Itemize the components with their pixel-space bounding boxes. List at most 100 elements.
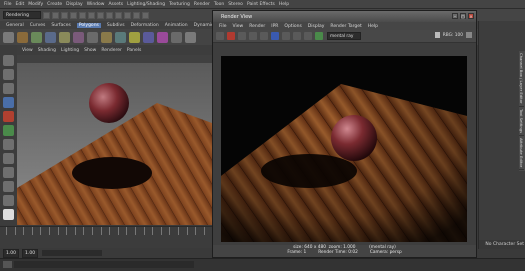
- menu-create[interactable]: Create: [47, 2, 62, 7]
- render-menu-display[interactable]: Display: [308, 24, 325, 29]
- menu-lighting-shading[interactable]: Lighting/Shading: [127, 2, 165, 7]
- open-scene-icon[interactable]: [52, 11, 59, 19]
- menu-toon[interactable]: Toon: [214, 2, 224, 7]
- character-set-menu[interactable]: No Character Set: [479, 240, 525, 249]
- keep-image-icon[interactable]: [304, 32, 312, 40]
- poly-plane-icon[interactable]: [59, 31, 70, 43]
- rgb-channels-icon[interactable]: [271, 32, 279, 40]
- renderer-select[interactable]: mental ray: [327, 32, 361, 40]
- side-tab-attribute-editor[interactable]: Attribute Editor: [519, 136, 524, 170]
- perspective-viewport[interactable]: [17, 63, 212, 225]
- alpha-channel-icon[interactable]: [282, 32, 290, 40]
- range-start-field[interactable]: 1.00: [3, 248, 20, 258]
- shelf-tab-animation[interactable]: Animation: [165, 23, 188, 28]
- select-by-hierarchy-icon[interactable]: [70, 11, 77, 19]
- command-line[interactable]: [0, 258, 525, 271]
- shelf-tab-curves[interactable]: Curves: [30, 23, 46, 28]
- viewport-menu-panels[interactable]: Panels: [127, 48, 141, 53]
- refresh-icon[interactable]: [249, 32, 257, 40]
- render-menu-file[interactable]: File: [219, 24, 227, 29]
- select-by-component-icon[interactable]: [88, 11, 95, 19]
- render-menu-ipr[interactable]: IPR: [271, 24, 278, 29]
- extrude-icon[interactable]: [101, 31, 112, 43]
- close-button[interactable]: ×: [468, 13, 474, 19]
- minimize-button[interactable]: –: [452, 13, 458, 19]
- snap-curve-icon[interactable]: [106, 11, 113, 19]
- viewport-menu-renderer[interactable]: Renderer: [101, 48, 122, 53]
- render-menu-options[interactable]: Options: [284, 24, 301, 29]
- command-input[interactable]: [14, 261, 194, 268]
- menu-modify[interactable]: Modify: [28, 2, 43, 7]
- render-view-titlebar[interactable]: Render View – □ ×: [213, 11, 476, 22]
- menu-assets[interactable]: Assets: [108, 2, 123, 7]
- new-scene-icon[interactable]: [43, 11, 50, 19]
- menu-help[interactable]: Help: [279, 2, 289, 7]
- render-menu-render[interactable]: Render: [249, 24, 265, 29]
- mel-toggle-button[interactable]: [3, 261, 12, 268]
- split-polygon-icon[interactable]: [171, 31, 182, 43]
- select-by-object-icon[interactable]: [79, 11, 86, 19]
- remove-image-icon[interactable]: [315, 32, 323, 40]
- render-settings-icon[interactable]: [142, 11, 149, 19]
- viewport-menu-lighting[interactable]: Lighting: [61, 48, 79, 53]
- bevel-icon[interactable]: [115, 31, 126, 43]
- layout-four-icon[interactable]: [3, 153, 14, 164]
- menu-stereo[interactable]: Stereo: [228, 2, 243, 7]
- smooth-icon[interactable]: [129, 31, 140, 43]
- menu-file[interactable]: File: [4, 2, 12, 7]
- layout-hypershade-icon[interactable]: [3, 195, 14, 206]
- side-tab-tool-settings[interactable]: Tool Settings: [519, 107, 524, 136]
- render-menu-view[interactable]: View: [233, 24, 244, 29]
- poly-torus-icon[interactable]: [73, 31, 84, 43]
- shelf-tab-polygons[interactable]: Polygons: [76, 22, 101, 28]
- real-size-icon[interactable]: [293, 32, 301, 40]
- sphere-object[interactable]: [89, 83, 129, 123]
- shelf-tab-deformation[interactable]: Deformation: [131, 23, 159, 28]
- viewport-menu-show[interactable]: Show: [84, 48, 96, 53]
- render-menu-help[interactable]: Help: [368, 24, 378, 29]
- menu-render[interactable]: Render: [194, 2, 210, 7]
- render-region-icon[interactable]: [260, 32, 268, 40]
- scale-tool-icon[interactable]: [3, 125, 14, 136]
- layout-persp-graph-icon[interactable]: [3, 181, 14, 192]
- poly-cylinder-icon[interactable]: [31, 31, 42, 43]
- lasso-tool-icon[interactable]: [3, 69, 14, 80]
- menu-paint-effects[interactable]: Paint Effects: [247, 2, 275, 7]
- ipr-render-icon[interactable]: [133, 11, 140, 19]
- select-tool-icon[interactable]: [3, 55, 14, 66]
- poly-sphere-icon[interactable]: [3, 31, 14, 43]
- pause-icon[interactable]: [434, 32, 440, 38]
- insert-edge-loop-icon[interactable]: [185, 31, 196, 43]
- menu-window[interactable]: Window: [87, 2, 105, 7]
- range-slider-bar[interactable]: [42, 250, 103, 256]
- shelf-tab-surfaces[interactable]: Surfaces: [51, 23, 71, 28]
- render-frame-icon[interactable]: [124, 11, 131, 19]
- snap-point-icon[interactable]: [115, 11, 122, 19]
- shelf-tab-general[interactable]: General: [6, 23, 24, 28]
- menu-edit[interactable]: Edit: [16, 2, 25, 7]
- menu-display[interactable]: Display: [66, 2, 83, 7]
- viewport-menu-shading[interactable]: Shading: [38, 48, 56, 53]
- menu-texturing[interactable]: Texturing: [169, 2, 190, 7]
- time-slider[interactable]: [0, 226, 212, 249]
- side-tab-channel-box-layer-editor[interactable]: Channel Box / Layer Editor: [519, 51, 524, 107]
- layout-single-icon[interactable]: [3, 139, 14, 150]
- append-polygon-icon[interactable]: [157, 31, 168, 43]
- redo-previous-render-icon[interactable]: [216, 32, 224, 40]
- rotate-tool-icon[interactable]: [3, 111, 14, 122]
- render-menu-render-target[interactable]: Render Target: [330, 24, 361, 29]
- move-tool-icon[interactable]: [3, 97, 14, 108]
- maximize-button[interactable]: □: [460, 13, 466, 19]
- combine-icon[interactable]: [87, 31, 98, 43]
- options-icon[interactable]: [466, 32, 472, 38]
- save-scene-icon[interactable]: [61, 11, 68, 19]
- mode-select[interactable]: Rendering: [3, 11, 41, 19]
- range-current-field[interactable]: 1.00: [22, 248, 39, 258]
- bridge-icon[interactable]: [143, 31, 154, 43]
- viewport-menu-view[interactable]: View: [22, 48, 33, 53]
- render-current-frame-icon[interactable]: [227, 32, 235, 40]
- ipr-icon[interactable]: [238, 32, 246, 40]
- paint-select-icon[interactable]: [3, 83, 14, 94]
- poly-cone-icon[interactable]: [45, 31, 56, 43]
- poly-cube-icon[interactable]: [17, 31, 28, 43]
